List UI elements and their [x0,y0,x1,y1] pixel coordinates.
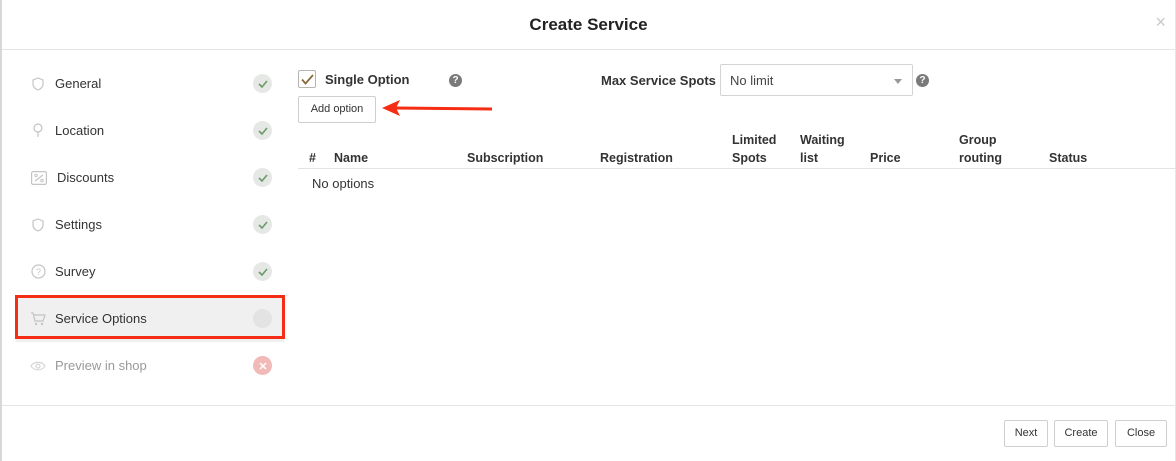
max-service-spots-label: Max Service Spots [601,73,716,88]
modal-footer: Next Create Close [2,405,1175,461]
empty-table-message: No options [312,176,375,191]
column-header: Price [870,151,901,165]
eye-icon [30,358,46,374]
column-header: Registration [600,151,673,165]
shield-icon [30,217,46,233]
shield-icon [30,76,46,92]
modal-title: Create Service [529,15,648,34]
close-icon[interactable]: × [1155,13,1166,31]
column-header: Name [334,151,369,165]
column-header: # [309,151,316,165]
question-circle-icon: ? [30,264,46,280]
add-option-button[interactable]: Add option [298,96,376,123]
check-icon [253,168,272,187]
sidebar-item-location[interactable]: Location [16,107,284,154]
column-header: Subscription [467,151,544,165]
sidebar-item-survey[interactable]: ? Survey [16,248,284,295]
error-x-icon [253,356,272,375]
sidebar-item-label: Survey [55,264,96,279]
single-option-checkbox[interactable] [298,70,316,88]
sidebar-item-label: General [55,76,102,91]
sidebar-item-label: Settings [55,217,102,232]
help-icon[interactable]: ? [449,74,462,87]
create-service-modal: Create Service × General Location Discou… [0,0,1176,461]
sidebar-nav: General Location Discounts Settings ? Su… [16,60,284,389]
sidebar-item-discounts[interactable]: Discounts [16,154,284,201]
help-icon[interactable]: ? [916,74,929,87]
sidebar-item-label: Location [55,123,105,138]
column-header: Status [1049,151,1088,165]
sidebar-item-general[interactable]: General [16,60,284,107]
column-header: Limited Spots [732,133,777,165]
highlight-annotation-box [15,295,285,339]
check-icon [253,262,272,281]
select-value: No limit [730,72,774,88]
checkmark-icon [300,73,314,85]
options-table-header: # Name Subscription Registration Limited… [298,132,1176,169]
svg-text:?: ? [35,267,40,277]
single-option-label: Single Option [325,71,410,87]
column-header: Waiting list [800,133,845,165]
sidebar-item-label: Preview in shop [55,358,147,373]
max-service-spots-select[interactable]: No limit [720,64,913,96]
map-pin-icon [30,123,46,139]
create-button[interactable]: Create [1054,420,1108,447]
close-button[interactable]: Close [1115,420,1167,447]
check-icon [253,121,272,140]
sidebar-item-settings[interactable]: Settings [16,201,284,248]
percent-icon [30,170,48,186]
sidebar-item-preview-in-shop[interactable]: Preview in shop [16,342,284,389]
sidebar-item-label: Discounts [57,170,115,185]
next-button[interactable]: Next [1004,420,1048,447]
column-header: Group routing [959,133,1003,165]
single-option-row: Single Option [298,70,410,88]
chevron-down-icon [894,79,902,84]
check-icon [253,215,272,234]
modal-header: Create Service × [2,0,1175,50]
arrow-annotation-icon [382,100,493,116]
check-icon [253,74,272,93]
